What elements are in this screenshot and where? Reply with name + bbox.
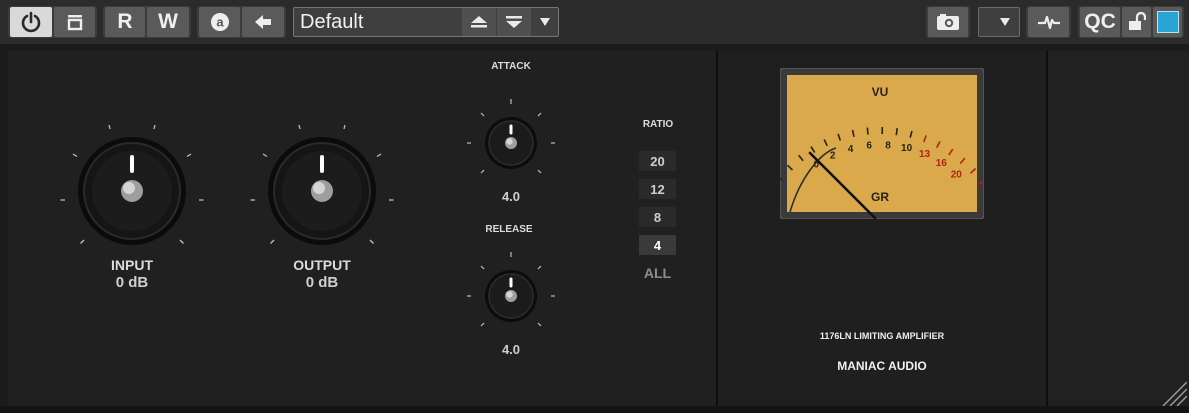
qc-label: QC — [1084, 10, 1116, 33]
preset-next-button[interactable] — [497, 8, 531, 36]
release-knob[interactable] — [459, 246, 563, 346]
resize-grip-icon[interactable] — [1159, 378, 1187, 406]
attack-label: ATTACK — [491, 61, 531, 72]
output-label: OUTPUT — [293, 257, 351, 273]
vu-scale-label: 8 — [885, 140, 891, 151]
release-label: RELEASE — [485, 224, 533, 235]
read-automation-button[interactable]: R — [105, 7, 145, 37]
preset-name: Default — [300, 11, 364, 33]
ratio-option-12[interactable]: 12 — [639, 179, 676, 199]
vu-scale-label: 2 — [830, 150, 836, 161]
bypass-icon — [67, 15, 82, 31]
back-arrow-icon — [255, 15, 271, 29]
preset-selector[interactable]: Default — [293, 7, 559, 37]
preset-down-icon — [506, 16, 522, 28]
automation-a-button[interactable]: a — [199, 7, 240, 37]
sidechain-button[interactable] — [1028, 7, 1069, 37]
active-indicator — [1156, 11, 1179, 33]
sidechain-wave-icon — [1037, 15, 1060, 30]
ratio-label: RATIO — [642, 119, 674, 130]
lock-button[interactable] — [1122, 7, 1151, 37]
model-name: 1176LN LIMITING AMPLIFIER — [819, 331, 945, 341]
quick-controls-button[interactable]: QC — [1080, 7, 1120, 37]
vu-scale-label: 10 — [901, 143, 913, 154]
ratio-option-8[interactable]: 8 — [639, 207, 676, 227]
write-label: W — [158, 10, 178, 33]
release-value: 4.0 — [501, 342, 521, 357]
vu-tick — [866, 127, 869, 135]
bottom-strip — [0, 406, 1189, 413]
input-knob[interactable] — [52, 113, 212, 263]
automation-a-icon: a — [210, 13, 229, 31]
maker-name: MANIAC AUDIO — [837, 359, 927, 373]
vu-tick — [895, 127, 898, 136]
ratio-option-4[interactable]: 4 — [639, 235, 676, 255]
back-button[interactable] — [242, 7, 284, 37]
vu-scale-label: 13 — [919, 149, 931, 160]
vu-scale-label: 16 — [936, 158, 948, 169]
camera-icon — [937, 14, 959, 30]
ratio-all-button[interactable]: ALL — [639, 265, 676, 281]
preset-previous-button[interactable] — [462, 8, 496, 36]
bypass-button[interactable] — [54, 7, 95, 37]
svg-text:a: a — [216, 15, 224, 30]
input-value: 0 dB — [115, 274, 149, 291]
power-icon — [21, 11, 41, 33]
attack-value: 4.0 — [501, 189, 521, 204]
menu-down-icon — [540, 18, 550, 26]
vu-scale-label: 4 — [848, 144, 854, 155]
lock-open-icon — [1128, 12, 1146, 30]
preset-up-icon — [471, 16, 487, 28]
dropdown-icon — [1000, 18, 1010, 26]
read-label: R — [117, 10, 133, 33]
snapshot-button[interactable] — [928, 7, 968, 37]
output-knob[interactable] — [242, 113, 402, 263]
vu-title: VU — [872, 85, 889, 99]
attack-knob[interactable] — [459, 93, 563, 193]
vu-scale-label: 6 — [866, 141, 872, 152]
vu-scale-label: 20 — [951, 169, 963, 180]
preset-menu-button[interactable] — [532, 8, 558, 36]
input-label: INPUT — [111, 257, 153, 273]
active-toggle-button[interactable] — [1153, 7, 1182, 37]
write-automation-button[interactable]: W — [147, 7, 189, 37]
power-button[interactable] — [10, 7, 52, 37]
plugin-toolbar: R W a Default QC — [0, 0, 1189, 44]
vu-meter: 024 6 8 10131620 VU GR — [780, 68, 984, 219]
ratio-option-20[interactable]: 20 — [639, 151, 676, 171]
side-panel — [1048, 51, 1189, 406]
side-chain-dropdown[interactable] — [978, 7, 1020, 37]
vu-mode-label: GR — [871, 190, 889, 204]
output-value: 0 dB — [305, 274, 339, 291]
